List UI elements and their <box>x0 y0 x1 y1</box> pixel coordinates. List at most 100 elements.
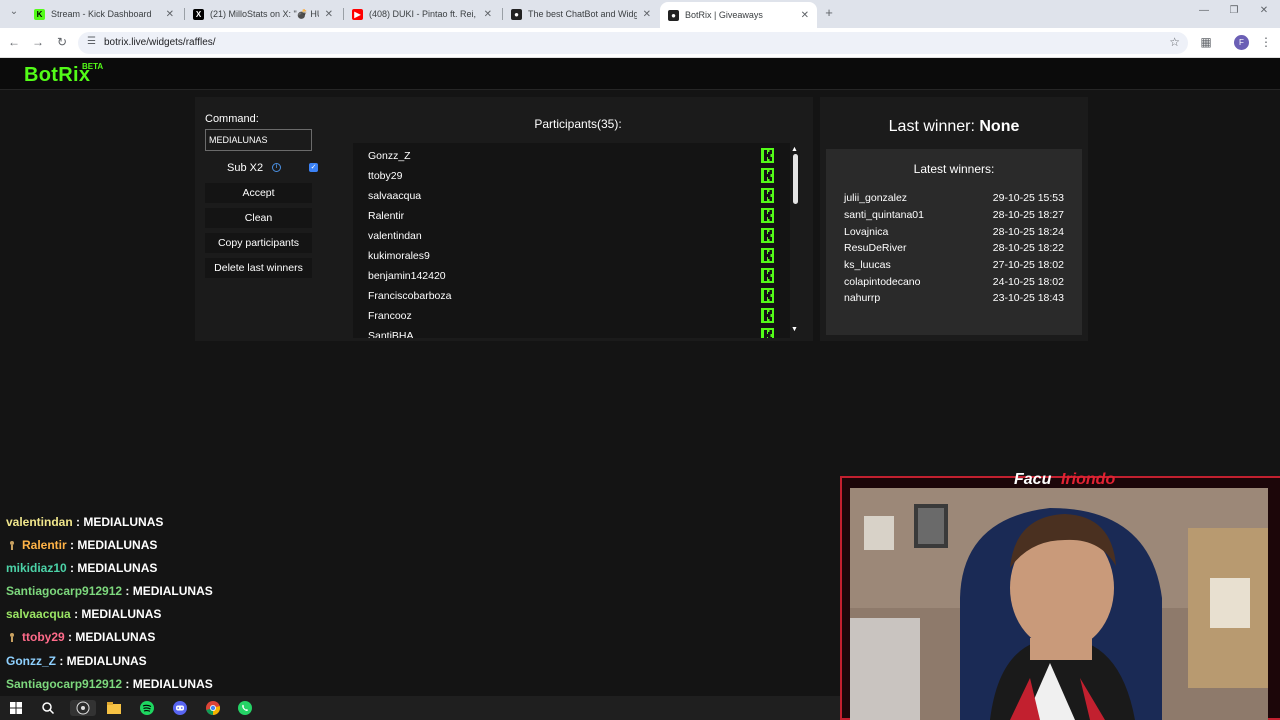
close-icon[interactable]: ✕ <box>166 9 174 20</box>
site-info-icon[interactable]: ☰ <box>87 36 96 47</box>
last-winner-value: None <box>979 118 1020 135</box>
botrix-icon: ● <box>668 9 679 21</box>
winner-name: ks_luucas <box>844 259 891 271</box>
list-item[interactable]: Francooz <box>353 307 790 327</box>
whatsapp-icon[interactable] <box>237 700 253 716</box>
participant-name: valentindan <box>368 230 422 242</box>
list-item[interactable]: benjamin142420 <box>353 267 790 287</box>
tab-youtube-duki[interactable]: ▶ (408) DUKI - Pintao ft. Rei, YSY ✕ <box>344 2 500 26</box>
tab-botrix-giveaways[interactable]: ● BotRix | Giveaways ✕ <box>660 2 817 28</box>
winner-date: 28-10-25 18:24 <box>992 226 1064 238</box>
discord-icon[interactable] <box>172 700 188 716</box>
kick-icon <box>761 288 774 303</box>
list-item[interactable]: kukimorales9 <box>353 247 790 267</box>
info-icon[interactable]: i <box>272 163 281 172</box>
kick-icon <box>761 328 774 338</box>
chat-badge-icon <box>8 539 16 550</box>
scrollbar-thumb[interactable] <box>793 154 798 204</box>
chat-username: salvaacqua <box>6 607 71 621</box>
obs-icon[interactable] <box>70 700 96 716</box>
tab-search-icon[interactable]: ⌄ <box>6 6 22 17</box>
youtube-icon: ▶ <box>352 8 363 20</box>
chat-text: : MEDIALUNAS <box>68 630 156 644</box>
restore-icon[interactable]: ❐ <box>1226 5 1242 16</box>
winner-name: nahurrp <box>844 292 881 304</box>
scroll-down-arrow-icon[interactable]: ▼ <box>791 326 798 333</box>
webcam-label-second: Iriondo <box>1061 471 1116 488</box>
command-input[interactable] <box>205 129 312 151</box>
close-icon[interactable]: ✕ <box>643 9 651 20</box>
kick-icon <box>761 168 774 183</box>
reload-icon[interactable]: ↻ <box>54 35 70 49</box>
participant-name: kukimorales9 <box>368 250 430 262</box>
list-item: colapintodecano 24-10-25 18:02 <box>844 276 1064 292</box>
accept-button[interactable]: Accept <box>205 183 312 203</box>
chat-message: valentindan : MEDIALUNAS <box>6 515 163 529</box>
chat-username: valentindan <box>6 515 73 529</box>
chat-text: : MEDIALUNAS <box>59 654 147 668</box>
chat-username: ttoby29 <box>22 630 65 644</box>
list-item[interactable]: Franciscobarboza <box>353 287 790 307</box>
list-item: julii_gonzalez 29-10-25 15:53 <box>844 192 1064 208</box>
tab-label: BotRix | Giveaways <box>685 10 763 20</box>
beta-badge: BETA <box>82 62 104 71</box>
spotify-icon[interactable] <box>139 700 155 716</box>
list-item[interactable]: SantiBHA <box>353 327 790 338</box>
winners-panel: Last winner: None Latest winners: julii_… <box>820 97 1088 341</box>
winner-date: 23-10-25 18:43 <box>992 292 1064 304</box>
list-item[interactable]: Gonzz_Z <box>353 147 790 167</box>
url-text: botrix.live/widgets/raffles/ <box>104 37 216 48</box>
winner-name: ResuDeRiver <box>844 242 907 254</box>
close-window-icon[interactable]: ✕ <box>1256 5 1272 16</box>
participant-name: Ralentir <box>368 210 405 222</box>
list-item[interactable]: ttoby29 <box>353 167 790 187</box>
latest-winners-box: Latest winners: julii_gonzalez 29-10-25 … <box>826 149 1082 335</box>
tab-botrix-chatbot[interactable]: ● The best ChatBot and Widgets ✕ <box>503 2 659 26</box>
list-item[interactable]: salvaacqua <box>353 187 790 207</box>
winner-name: santi_quintana01 <box>844 209 924 221</box>
list-item: Lovajnica 28-10-25 18:24 <box>844 226 1064 242</box>
file-explorer-icon[interactable] <box>106 700 122 716</box>
search-icon[interactable] <box>40 700 56 716</box>
new-tab-icon[interactable]: + <box>821 5 837 20</box>
botrix-logo[interactable]: BotRix <box>24 64 90 87</box>
tab-kick-dashboard[interactable]: K Stream - Kick Dashboard ✕ <box>26 2 182 26</box>
list-item[interactable]: valentindan <box>353 227 790 247</box>
close-icon[interactable]: ✕ <box>801 10 809 21</box>
profile-avatar[interactable]: F <box>1234 35 1249 50</box>
sub-x2-checkbox[interactable]: ✓ <box>309 163 318 172</box>
copy-participants-button[interactable]: Copy participants <box>205 233 312 253</box>
list-item: ks_luucas 27-10-25 18:02 <box>844 259 1064 275</box>
webcam-label-first: Facu <box>1014 471 1052 488</box>
chat-text: : MEDIALUNAS <box>70 538 158 552</box>
close-icon[interactable]: ✕ <box>484 9 492 20</box>
kick-icon: K <box>34 8 45 20</box>
webcam-scene <box>850 488 1268 720</box>
address-bar[interactable]: ☰ botrix.live/widgets/raffles/ ☆ <box>78 32 1188 54</box>
scroll-up-arrow-icon[interactable]: ▲ <box>791 146 798 153</box>
last-winner: Last winner: None <box>820 118 1088 136</box>
last-winner-label: Last winner: <box>888 118 975 135</box>
tab-label: (408) DUKI - Pintao ft. Rei, YSY <box>369 9 478 19</box>
chat-text: : MEDIALUNAS <box>125 677 213 691</box>
bookmark-star-icon[interactable]: ☆ <box>1169 35 1180 49</box>
tab-label: (21) MilloStats on X: "💣 HUBO <box>210 8 319 19</box>
kick-icon <box>761 268 774 283</box>
chat-message: mikidiaz10 : MEDIALUNAS <box>6 561 157 575</box>
forward-icon[interactable]: → <box>30 35 46 49</box>
menu-kebab-icon[interactable]: ⋮ <box>1258 35 1274 49</box>
windows-start-icon[interactable] <box>8 700 24 716</box>
minimize-icon[interactable]: — <box>1196 5 1212 16</box>
browser-tab-bar: ⌄ K Stream - Kick Dashboard ✕ X (21) Mil… <box>0 0 1280 28</box>
extensions-icon[interactable]: ▦ <box>1198 35 1214 49</box>
participants-list[interactable]: Gonzz_Z ttoby29 salvaacqua Ralentir vale… <box>353 143 790 338</box>
list-item: ResuDeRiver 28-10-25 18:22 <box>844 242 1064 258</box>
close-icon[interactable]: ✕ <box>325 9 333 20</box>
clean-button[interactable]: Clean <box>205 208 312 228</box>
chat-username: Santiagocarp912912 <box>6 584 123 598</box>
chrome-icon[interactable] <box>205 700 221 716</box>
delete-last-winners-button[interactable]: Delete last winners <box>205 258 312 278</box>
back-icon[interactable]: ← <box>6 35 22 49</box>
tab-x-millostats[interactable]: X (21) MilloStats on X: "💣 HUBO ✕ <box>185 2 341 26</box>
list-item[interactable]: Ralentir <box>353 207 790 227</box>
